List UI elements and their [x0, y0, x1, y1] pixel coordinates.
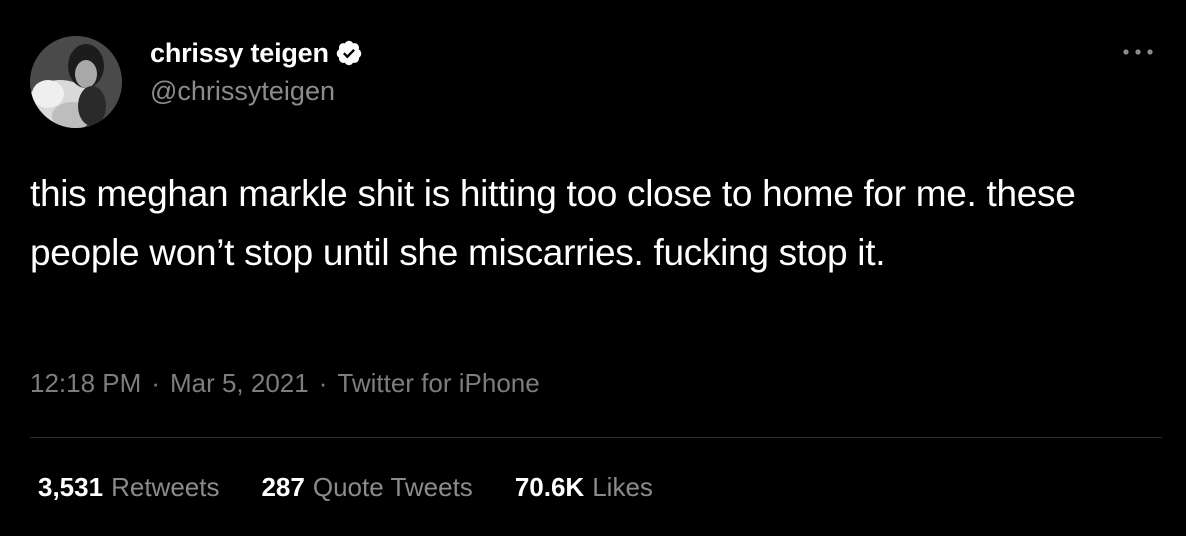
avatar[interactable] — [30, 36, 122, 128]
author-handle[interactable]: @chrissyteigen — [150, 76, 335, 107]
verified-badge-icon — [335, 39, 363, 67]
divider — [30, 437, 1162, 438]
likes-stat[interactable]: 70.6K Likes — [515, 472, 653, 503]
quote-tweets-count: 287 — [261, 472, 305, 502]
quote-tweets-stat[interactable]: 287 Quote Tweets — [261, 472, 472, 503]
tweet-date[interactable]: Mar 5, 2021 — [170, 368, 309, 399]
retweets-stat[interactable]: 3,531 Retweets — [38, 472, 219, 503]
tweet-source[interactable]: Twitter for iPhone — [337, 368, 539, 399]
quote-tweets-label: Quote Tweets — [312, 472, 473, 502]
meta-separator: · — [318, 368, 328, 398]
tweet-metadata: 12:18 PM · Mar 5, 2021 · Twitter for iPh… — [30, 368, 540, 399]
avatar-photo — [30, 36, 122, 128]
author-name-row: chrissy teigen — [150, 36, 363, 70]
display-name[interactable]: chrissy teigen — [150, 38, 329, 69]
likes-label: Likes — [592, 472, 653, 502]
meta-separator: · — [151, 368, 160, 398]
retweets-count: 3,531 — [38, 472, 104, 502]
tweet-text: this meghan markle shit is hitting too c… — [30, 173, 1076, 273]
retweets-label: Retweets — [111, 472, 220, 502]
likes-count: 70.6K — [514, 472, 585, 502]
more-options-icon[interactable] — [1118, 40, 1158, 64]
tweet-time[interactable]: 12:18 PM — [30, 368, 141, 399]
tweet-card: chrissy teigen @chrissyteigen this megha… — [0, 0, 1186, 536]
tweet-stats: 3,531 Retweets 287 Quote Tweets 70.6K Likes — [38, 472, 695, 503]
